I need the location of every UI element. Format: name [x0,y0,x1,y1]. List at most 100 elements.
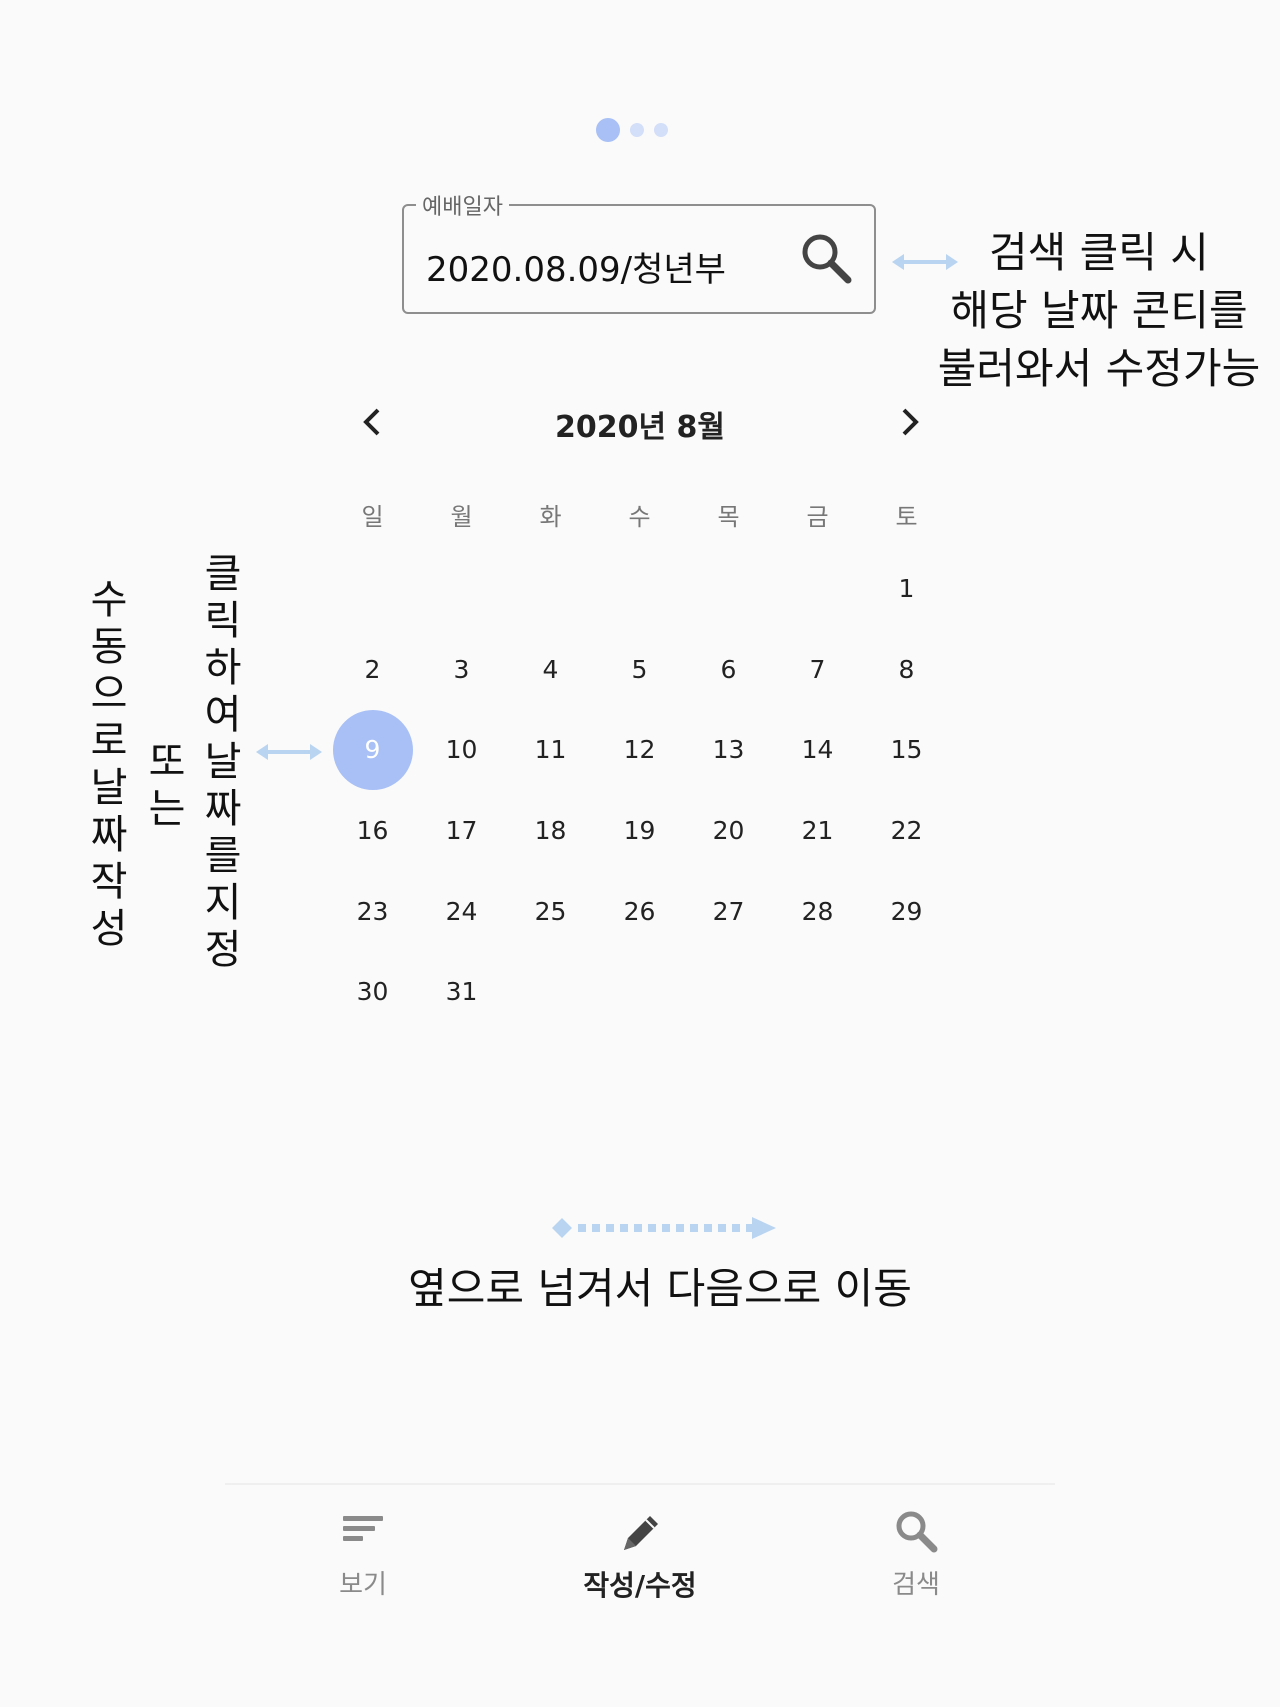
page-indicator [596,118,668,142]
search-icon[interactable] [798,230,854,286]
calendar-days-grid: 1 2 3 4 5 6 7 8 9 10 11 12 13 14 15 16 17 18 19 20 21 22 23 24 2… [328,548,978,1032]
calendar-day[interactable]: 20 [684,790,773,870]
calendar-day-number: 10 [445,735,478,765]
calendar-day[interactable]: 13 [684,710,773,790]
calendar-day-number: 16 [356,815,389,845]
weekday-label: 화 [539,503,562,531]
calendar-day[interactable]: 19 [595,790,684,870]
calendar-day-empty [684,952,773,1032]
page-dot-1[interactable] [596,118,620,142]
calendar-day[interactable]: 12 [595,710,684,790]
calendar-day[interactable]: 28 [773,871,862,951]
calendar-day[interactable]: 25 [506,871,595,951]
weekday-header: 일 월 화 수 목 금 토 [328,497,978,532]
calendar-day[interactable]: 17 [417,790,506,870]
or-note-char: 는 [148,786,186,832]
calendar-day[interactable]: 4 [506,629,595,709]
calendar-day-number: 8 [898,654,915,684]
click-select-char: 여 [204,692,242,738]
calendar-week-row: 23 24 25 26 27 28 29 [328,871,978,952]
calendar-day-empty [506,548,595,628]
calendar-day-number: 1 [898,573,915,603]
calendar-day-number: 5 [631,654,648,684]
calendar-day[interactable]: 26 [595,871,684,951]
chevron-right-icon[interactable] [894,404,924,440]
list-icon [343,1516,383,1541]
calendar-day-number: 24 [445,896,478,926]
manual-entry-char: 수 [90,577,128,623]
search-note-line-3: 불러와서 수정가능 [937,344,1261,393]
weekday-label: 목 [717,503,740,531]
calendar-day-number: 15 [890,735,923,765]
swipe-arrow-icon [552,1217,776,1239]
calendar-day[interactable]: 16 [328,790,417,870]
calendar-day[interactable]: 21 [773,790,862,870]
page-dot-2[interactable] [630,123,644,137]
calendar-day[interactable]: 18 [506,790,595,870]
calendar-day[interactable]: 7 [773,629,862,709]
manual-entry-char: 성 [90,906,128,952]
click-select-char: 클 [204,551,242,597]
nav-write-edit[interactable]: 작성/수정 [550,1508,730,1604]
calendar-day[interactable]: 31 [417,952,506,1032]
calendar-day-number: 2 [364,654,381,684]
calendar-day-number: 14 [801,735,834,765]
calendar-day-number: 23 [356,896,389,926]
calendar-day-number: 3 [453,654,470,684]
calendar-day-number: 4 [542,654,559,684]
calendar-day[interactable]: 3 [417,629,506,709]
calendar-day[interactable]: 5 [595,629,684,709]
calendar-day[interactable]: 6 [684,629,773,709]
manual-entry-char: 동 [90,624,128,670]
calendar-week-row: 30 31 [328,951,978,1032]
weekday-label: 수 [628,503,651,531]
page-dot-3[interactable] [654,123,668,137]
manual-entry-char: 작 [90,859,128,905]
calendar-day-number: 28 [801,896,834,926]
worship-date-value[interactable]: 2020.08.09/청년부 [426,242,726,291]
swipe-note: 옆으로 넘겨서 다음으로 이동 [408,1264,912,1313]
calendar-day-number: 22 [890,815,923,845]
calendar-week-row: 9 10 11 12 13 14 15 [328,709,978,790]
calendar-day[interactable]: 8 [862,629,951,709]
click-select-char: 릭 [204,598,242,644]
calendar-day-number: 12 [623,735,656,765]
worship-date-field[interactable]: 예배일자 2020.08.09/청년부 [402,189,876,314]
calendar-day[interactable]: 27 [684,871,773,951]
calendar-day-number: 6 [720,654,737,684]
calendar-day[interactable]: 2 [328,629,417,709]
calendar-day[interactable]: 24 [417,871,506,951]
manual-entry-char: 날 [90,765,128,811]
click-select-note: 클릭하여날짜를지정 [198,554,248,977]
calendar-day[interactable]: 29 [862,871,951,951]
click-select-char: 정 [204,927,242,973]
chevron-left-icon[interactable] [358,404,388,440]
calendar-day-number: 20 [712,815,745,845]
click-select-char: 를 [204,833,242,879]
calendar-day[interactable]: 30 [328,952,417,1032]
click-select-char: 짜 [204,786,242,832]
weekday-label: 월 [450,503,473,531]
calendar-day[interactable]: 22 [862,790,951,870]
calendar-day-number: 26 [623,896,656,926]
calendar-day-empty [773,952,862,1032]
calendar-day[interactable]: 1 [862,548,951,628]
calendar-day[interactable]: 15 [862,710,951,790]
calendar-week-row: 1 [328,548,978,629]
calendar-day-number: 31 [445,977,478,1007]
search-note: 검색 클릭 시 해당 날짜 콘티를 불러와서 수정가능 [918,232,1280,406]
nav-search[interactable]: 검색 [826,1508,1006,1601]
calendar-day-empty [862,952,951,1032]
calendar-day[interactable]: 14 [773,710,862,790]
search-note-line-1: 검색 클릭 시 [989,228,1209,277]
calendar-day[interactable]: 10 [417,710,506,790]
calendar-week-row: 16 17 18 19 20 21 22 [328,790,978,871]
weekday-label: 금 [806,503,829,531]
calendar-day[interactable]: 11 [506,710,595,790]
calendar-day[interactable]: 23 [328,871,417,951]
nav-view[interactable]: 보기 [273,1508,453,1601]
calendar-day-selected[interactable]: 9 [328,709,417,790]
manual-entry-note: 수동으로날짜작성 [84,580,134,956]
calendar-week-row: 2 3 4 5 6 7 8 [328,629,978,710]
calendar-day-empty [773,548,862,628]
